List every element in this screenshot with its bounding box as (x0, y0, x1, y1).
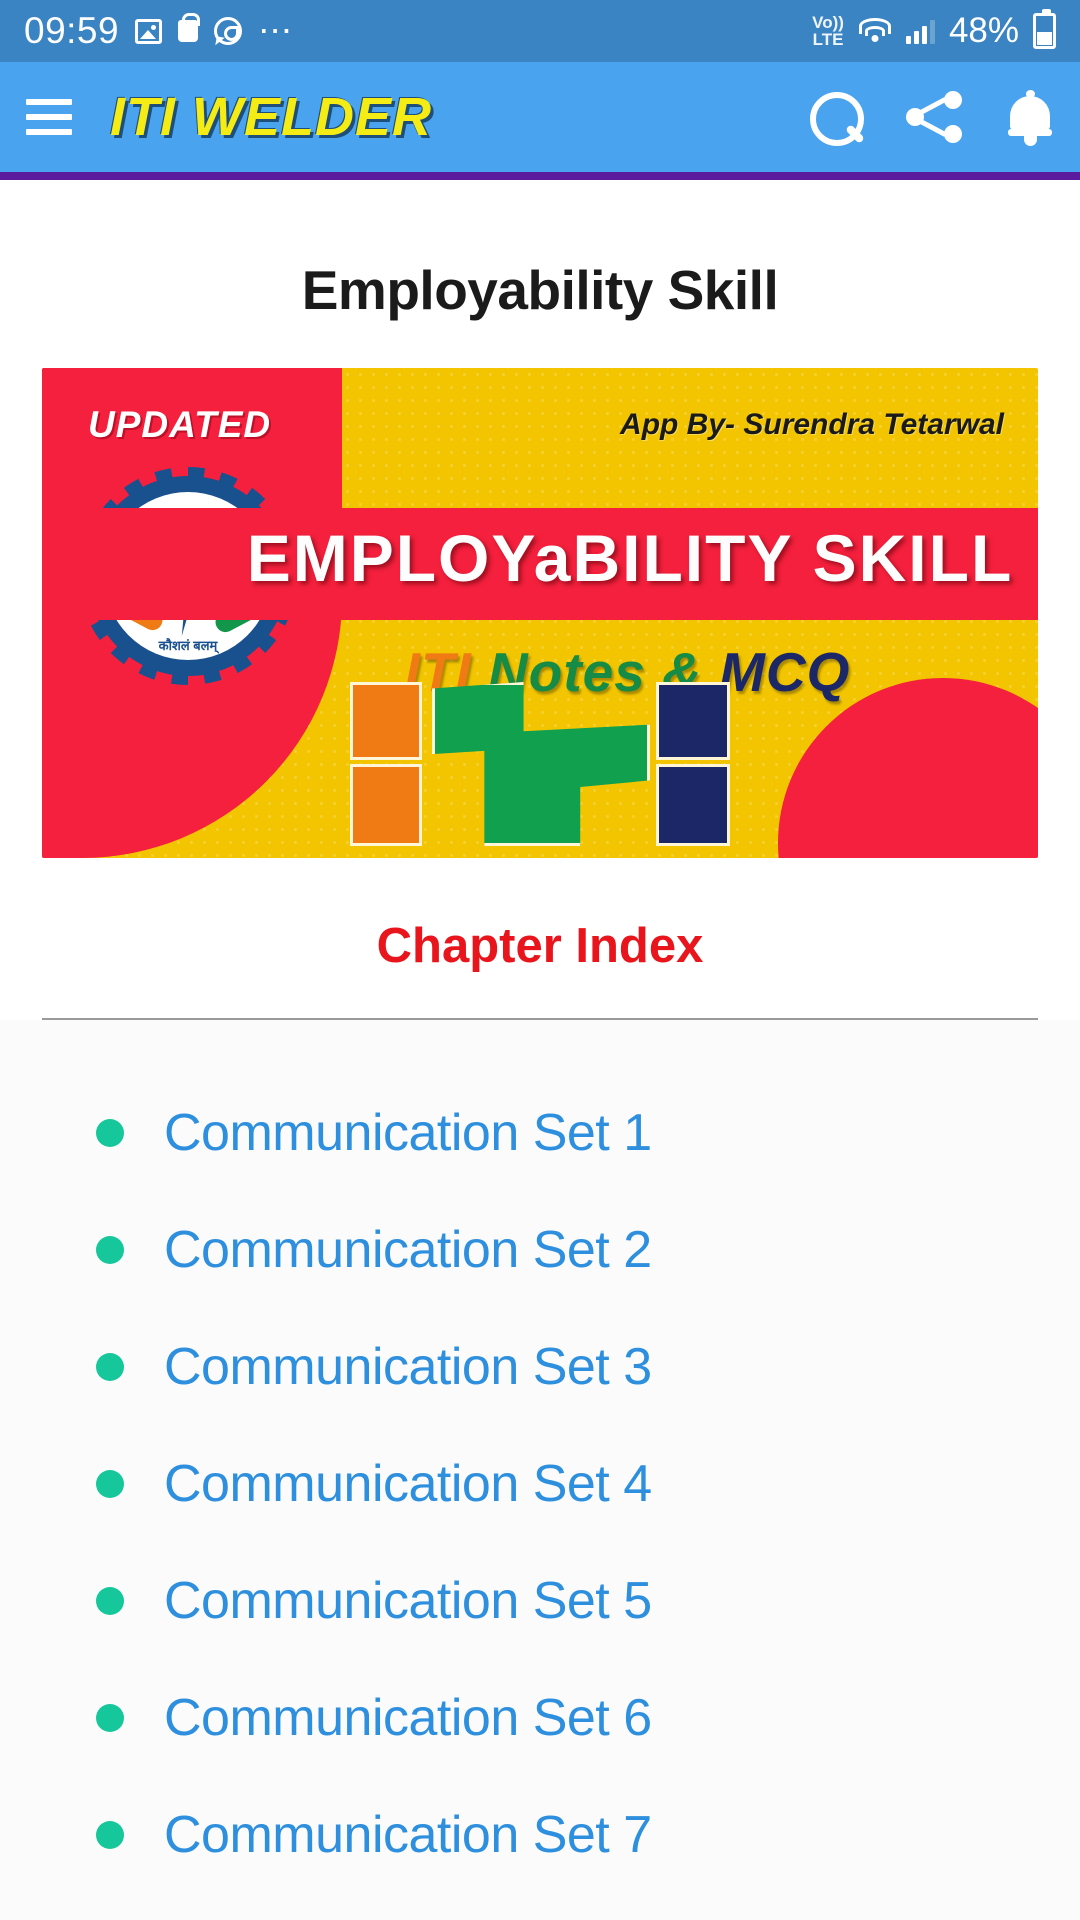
status-time: 09:59 (24, 10, 120, 51)
page-title: Employability Skill (301, 259, 779, 321)
volte-icon: Vo)) LTE (812, 14, 844, 48)
app-title: ITI WELDER (110, 87, 432, 147)
bullet-icon (96, 1469, 124, 1498)
banner-credit-label: App By- Surendra Tetarwal (620, 408, 1004, 441)
banner-subtitle-mcq: MCQ (719, 641, 851, 703)
app-bar-actions (810, 90, 1052, 146)
chapter-list: Communication Set 1 Communication Set 2 … (0, 1020, 1080, 1920)
banner-title: EMPLOYaBILITY SKILL (246, 521, 1014, 595)
list-item[interactable]: Communication Set 2 (0, 1191, 1080, 1308)
chapter-link[interactable]: Communication Set 2 (164, 1220, 652, 1280)
chapter-link[interactable]: Communication Set 6 (164, 1688, 652, 1748)
list-item[interactable]: Communication Set 5 (0, 1542, 1080, 1659)
list-item[interactable]: Communication Set 6 (0, 1659, 1080, 1776)
share-button[interactable] (906, 91, 962, 143)
notifications-button[interactable] (1008, 90, 1052, 146)
iti-blocks-graphic (350, 682, 730, 852)
chapter-link[interactable]: Communication Set 5 (164, 1571, 652, 1631)
status-bar-right: Vo)) LTE 48% (812, 9, 1056, 51)
search-button[interactable] (810, 92, 864, 146)
bullet-icon (96, 1820, 124, 1849)
bell-icon (1008, 90, 1052, 146)
chapter-link[interactable]: Communication Set 1 (164, 1103, 652, 1163)
list-item[interactable]: Communication Set 7 (0, 1776, 1080, 1893)
chapter-index-heading: Chapter Index (376, 919, 704, 973)
status-bar: 09:59 ⋯ Vo)) LTE 48% (0, 0, 1080, 62)
hamburger-menu-icon[interactable] (26, 99, 72, 135)
bullet-icon (96, 1703, 124, 1732)
volte-top-label: Vo)) (812, 13, 844, 32)
signal-icon (905, 18, 935, 44)
wifi-icon (858, 18, 892, 44)
app-bar-underline (0, 172, 1080, 180)
more-dots-icon: ⋯ (258, 12, 295, 50)
list-item[interactable]: Communication Set 1 (0, 1074, 1080, 1191)
chapter-link[interactable]: Communication Set 7 (164, 1805, 652, 1865)
banner-updated-badge: UPDATED (88, 404, 272, 445)
bullet-icon (96, 1352, 124, 1381)
whatsapp-icon (214, 17, 243, 45)
battery-percent-label: 48% (948, 11, 1019, 50)
page-content: Employability Skill UPDATED App By- Sure… (0, 180, 1080, 1920)
share-icon (906, 91, 962, 143)
shopping-bag-icon (178, 13, 201, 42)
bullet-icon (96, 1235, 124, 1264)
chapter-link[interactable]: Communication Set 4 (164, 1454, 652, 1514)
gallery-icon (135, 18, 163, 44)
bullet-icon (96, 1118, 124, 1147)
list-item[interactable]: Communication Set 3 (0, 1308, 1080, 1425)
volte-bottom-label: LTE (812, 30, 844, 49)
status-bar-left: 09:59 ⋯ (24, 10, 812, 52)
app-bar: ITI WELDER (0, 62, 1080, 172)
course-banner: UPDATED App By- Surendra Tetarwal कौशलं … (42, 368, 1038, 858)
list-item[interactable]: Communication Set 4 (0, 1425, 1080, 1542)
battery-icon (1033, 9, 1056, 49)
search-icon (810, 92, 864, 146)
chapter-link[interactable]: Communication Set 3 (164, 1337, 652, 1397)
bullet-icon (96, 1586, 124, 1615)
